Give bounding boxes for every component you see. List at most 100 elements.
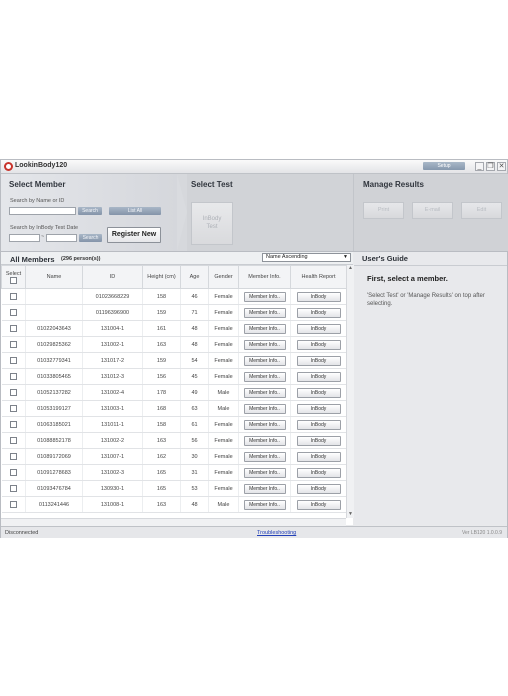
inbody-report-button[interactable]: InBody (296, 451, 341, 462)
member-info-button[interactable]: Member Info.. (243, 403, 286, 414)
search-date-button[interactable]: Search (79, 234, 102, 242)
inbody-report-button[interactable]: InBody (296, 291, 341, 302)
member-info-button[interactable]: Member Info.. (243, 435, 286, 446)
inbody-report-button[interactable]: InBody (296, 499, 341, 510)
scroll-down-icon[interactable]: ▼ (347, 511, 354, 518)
inbody-test-label-2: Test (206, 224, 218, 230)
row-checkbox[interactable] (9, 405, 17, 412)
member-info-button[interactable]: Member Info.. (243, 291, 286, 302)
member-info-button[interactable]: Member Info.. (243, 323, 286, 334)
member-info-button[interactable]: Member Info.. (243, 355, 286, 366)
inbody-report-button[interactable]: InBody (296, 339, 341, 350)
row-checkbox[interactable] (9, 453, 17, 460)
table-row[interactable]: 01033805465 131012-3 156 45 Female Member Inf… (1, 368, 347, 385)
troubleshooting-link[interactable]: Troubleshooting (257, 530, 296, 536)
scroll-up-icon[interactable]: ▲ (347, 265, 354, 272)
table-row[interactable]: 01022043643 131004-1 161 48 Female Member Inf… (1, 320, 347, 337)
close-icon[interactable]: ✕ (497, 162, 506, 171)
col-header-name[interactable]: Name (25, 265, 83, 289)
app-title: LookinBody120 (15, 162, 68, 169)
cell-name: 01032779341 (25, 352, 83, 369)
row-checkbox[interactable] (9, 341, 17, 348)
table-row[interactable]: 01032779341 131017-2 159 54 Female Member Inf… (1, 352, 347, 369)
inbody-report-button[interactable]: InBody (296, 323, 341, 334)
list-all-button[interactable]: List All (109, 207, 161, 215)
row-checkbox[interactable] (9, 437, 17, 444)
select-member-panel: Select Member Search by Name or ID Searc… (1, 174, 177, 251)
row-checkbox[interactable] (9, 325, 17, 332)
inbody-report-button[interactable]: InBody (296, 467, 341, 478)
cell-height: 159 (142, 352, 181, 369)
restore-icon[interactable]: ❐ (486, 162, 495, 171)
print-button[interactable]: Print (363, 202, 404, 219)
row-checkbox[interactable] (9, 421, 17, 428)
table-row[interactable]: 01063185021 131011-1 158 61 Female Member Inf… (1, 416, 347, 433)
member-info-button[interactable]: Member Info.. (243, 387, 286, 398)
row-checkbox[interactable] (9, 501, 17, 508)
cell-id: 01023668229 (82, 288, 143, 305)
table-row[interactable]: 01089172069 131007-1 162 30 Female Member Inf… (1, 448, 347, 465)
table-row[interactable]: 01091278683 131002-3 165 31 Female Member Inf… (1, 464, 347, 481)
vertical-scrollbar[interactable]: ▲ ▼ (346, 265, 354, 518)
col-header-height[interactable]: Height (cm) (142, 265, 181, 289)
member-info-button[interactable]: Member Info.. (243, 371, 286, 382)
table-row[interactable]: 0113241446 131008-1 163 48 Male Member Info..… (1, 496, 347, 513)
setup-button[interactable]: Setup (423, 162, 465, 170)
date-to-input[interactable] (46, 234, 77, 242)
member-info-button[interactable]: Member Info.. (243, 499, 286, 510)
inbody-report-button[interactable]: InBody (296, 307, 341, 318)
top-section: Select Member Search by Name or ID Searc… (1, 174, 508, 252)
email-button[interactable]: E-mail (412, 202, 453, 219)
select-all-checkbox[interactable] (10, 276, 17, 284)
cell-name: 01063185021 (25, 416, 83, 433)
inbody-report-button[interactable]: InBody (296, 403, 341, 414)
cell-gender: Female (208, 464, 239, 481)
member-info-button[interactable]: Member Info.. (243, 451, 286, 462)
minimize-icon[interactable]: _ (475, 162, 484, 171)
cell-gender: Female (208, 352, 239, 369)
search-date-label: Search by InBody Test Date (10, 225, 79, 231)
row-checkbox[interactable] (9, 373, 17, 380)
inbody-test-button[interactable]: InBody Test (191, 202, 233, 245)
inbody-report-button[interactable]: InBody (296, 419, 341, 430)
search-name-button[interactable]: Search (78, 207, 102, 215)
edit-button[interactable]: Edit (461, 202, 502, 219)
row-checkbox[interactable] (9, 293, 17, 300)
inbody-report-button[interactable]: InBody (296, 435, 341, 446)
table-row[interactable]: 01093476784 130930-1 165 53 Female Member Inf… (1, 480, 347, 497)
inbody-report-button[interactable]: InBody (296, 483, 341, 494)
cell-age: 61 (180, 416, 209, 433)
row-checkbox[interactable] (9, 357, 17, 364)
table-row[interactable]: 01052137282 131002-4 178 49 Male Member Info.… (1, 384, 347, 401)
sort-select[interactable]: Name Ascending ▼ (262, 253, 351, 262)
member-info-button[interactable]: Member Info.. (243, 339, 286, 350)
table-row[interactable]: 01196396900 159 71 Female Member Info.. InBod… (1, 304, 347, 321)
member-info-button[interactable]: Member Info.. (243, 483, 286, 494)
cell-name: 01029825362 (25, 336, 83, 353)
users-guide-panel: User's Guide First, select a member. 'Se… (354, 252, 507, 525)
inbody-report-button[interactable]: InBody (296, 371, 341, 382)
table-row[interactable]: 01023668229 158 46 Female Member Info.. InBod… (1, 288, 347, 305)
select-member-header: Select Member (9, 180, 66, 189)
cell-height: 156 (142, 368, 181, 385)
inbody-report-button[interactable]: InBody (296, 355, 341, 366)
date-from-input[interactable] (9, 234, 40, 242)
col-header-gender[interactable]: Gender (208, 265, 239, 289)
table-row[interactable]: 01053199127 131003-1 168 63 Male Member Info.… (1, 400, 347, 417)
search-name-input[interactable] (9, 207, 76, 215)
col-header-age[interactable]: Age (180, 265, 209, 289)
row-checkbox[interactable] (9, 389, 17, 396)
table-row[interactable]: 01088852178 131002-2 163 56 Female Member Inf… (1, 432, 347, 449)
member-info-button[interactable]: Member Info.. (243, 467, 286, 478)
row-checkbox[interactable] (9, 485, 17, 492)
row-checkbox[interactable] (9, 469, 17, 476)
horizontal-scrollbar[interactable] (1, 518, 346, 526)
step-arrow (177, 174, 187, 251)
member-info-button[interactable]: Member Info.. (243, 419, 286, 430)
col-header-id[interactable]: ID (82, 265, 143, 289)
register-new-button[interactable]: Register New (107, 227, 161, 243)
table-row[interactable]: 01029825362 131002-1 163 48 Female Member Inf… (1, 336, 347, 353)
member-info-button[interactable]: Member Info.. (243, 307, 286, 318)
inbody-report-button[interactable]: InBody (296, 387, 341, 398)
row-checkbox[interactable] (9, 309, 17, 316)
